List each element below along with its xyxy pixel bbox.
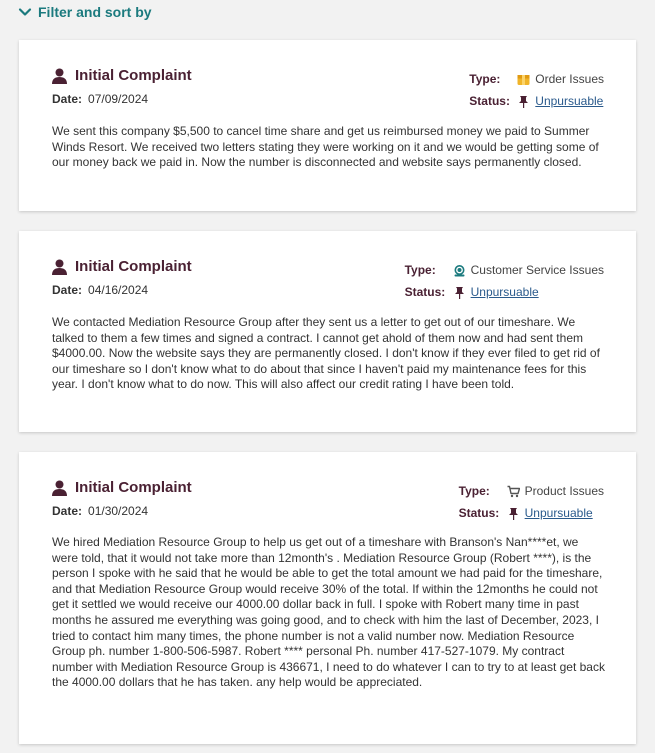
date-label: Date: — [52, 504, 83, 518]
complaint-meta: Type: Product Issues Status: Unpursuable — [459, 480, 604, 524]
complaint-title-text: Initial Complaint — [75, 67, 192, 84]
person-icon — [52, 259, 67, 275]
status-link[interactable]: Unpursuable — [471, 285, 539, 299]
date-value: 07/09/2024 — [88, 92, 149, 106]
pin-icon — [453, 286, 466, 299]
date-label: Date: — [52, 283, 83, 297]
date-value: 04/16/2024 — [88, 283, 149, 297]
complaint-card: Initial Complaint Date: 01/30/2024 Type: … — [19, 452, 636, 744]
date-value: 01/30/2024 — [88, 504, 149, 518]
status-label: Status: — [404, 285, 446, 299]
complaint-title: Initial Complaint — [52, 258, 192, 275]
status-label: Status: — [458, 506, 500, 520]
type-label: Type: — [458, 484, 490, 498]
complaint-date: Date: 07/09/2024 — [52, 92, 148, 106]
complaint-title: Initial Complaint — [52, 479, 192, 496]
cart-icon — [507, 485, 520, 498]
type-value: Order Issues — [535, 72, 604, 86]
status-link[interactable]: Unpursuable — [535, 94, 603, 108]
chevron-down-icon — [18, 5, 32, 19]
complaint-meta: Type: Customer Service Issues Status: Un… — [405, 259, 604, 303]
complaint-title-text: Initial Complaint — [75, 258, 192, 275]
complaint-title-text: Initial Complaint — [75, 479, 192, 496]
complaint-text: We sent this company $5,500 to cancel ti… — [52, 124, 599, 170]
complaint-date: Date: 04/16/2024 — [52, 283, 148, 297]
type-value: Product Issues — [524, 484, 604, 498]
complaint-meta: Type: Order Issues Status: Unpursuable — [469, 68, 604, 112]
complaint-text: We hired Mediation Resource Group to hel… — [52, 535, 605, 690]
pin-icon — [517, 95, 530, 108]
headset-icon — [453, 264, 466, 277]
filter-sort-toggle[interactable]: Filter and sort by — [18, 4, 152, 20]
complaint-card: Initial Complaint Date: 07/09/2024 Type: … — [19, 40, 636, 211]
type-label: Type: — [404, 263, 436, 277]
complaint-card: Initial Complaint Date: 04/16/2024 Type: … — [19, 231, 636, 432]
type-label: Type: — [469, 72, 501, 86]
date-label: Date: — [52, 92, 83, 106]
complaint-date: Date: 01/30/2024 — [52, 504, 148, 518]
person-icon — [52, 480, 67, 496]
pin-icon — [507, 507, 520, 520]
status-link[interactable]: Unpursuable — [525, 506, 593, 520]
type-value: Customer Service Issues — [470, 263, 604, 277]
box-icon — [517, 73, 530, 86]
complaint-title: Initial Complaint — [52, 67, 192, 84]
filter-sort-label: Filter and sort by — [38, 4, 152, 20]
complaint-text: We contacted Mediation Resource Group af… — [52, 315, 600, 392]
status-label: Status: — [469, 94, 510, 108]
person-icon — [52, 68, 67, 84]
